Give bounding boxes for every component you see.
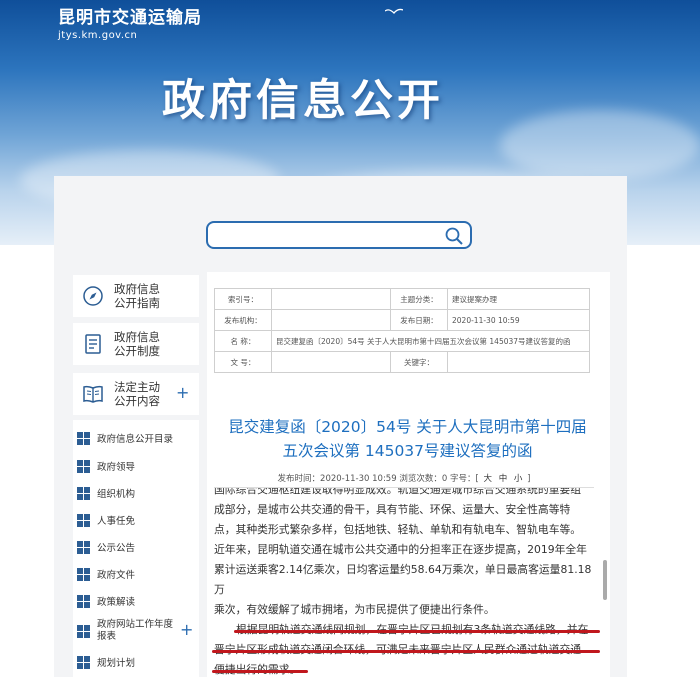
site-domain: jtys.km.gov.cn [58, 30, 138, 41]
font-size-medium[interactable]: 中 [499, 474, 508, 484]
grid-icon [77, 513, 90, 527]
search-icon[interactable] [444, 226, 464, 246]
grid-icon [77, 655, 90, 669]
sidebar-item-guide[interactable]: 政府信息 公开指南 [73, 275, 199, 317]
expand-plus-icon[interactable]: + [176, 383, 189, 402]
search-box[interactable] [206, 221, 472, 249]
sidebar-label-legal: 法定主动 公开内容 [114, 380, 160, 408]
grid-icon [77, 540, 90, 554]
highlight-underline [234, 630, 600, 633]
grid-icon [77, 431, 90, 445]
submenu-item[interactable]: 政府网站工作年度 报表 [77, 618, 173, 644]
grid-icon [77, 486, 90, 500]
site-name: 昆明市交通运输局 [58, 8, 202, 28]
article-info: 发布时间：2020-11-30 10:59 浏览次数：0 字号：[ 大 中 小 … [277, 474, 531, 484]
book-icon [83, 385, 103, 403]
article-title: 昆交建复函〔2020〕54号 关于人大昆明市第十四届五次会议第 145037号建… [228, 418, 587, 460]
grid-icon [77, 459, 90, 473]
page-hero-title: 政府信息公开 [162, 76, 444, 126]
grid-icon [77, 624, 90, 638]
submenu-item[interactable]: 公示公告 [77, 537, 135, 557]
sidebar-item-system[interactable]: 政府信息 公开制度 [73, 323, 199, 365]
highlight-underline [212, 650, 600, 653]
article-body: 国际综合交通枢纽建设取得明显成效。轨道交通是城市综合交通系统的重要组 成部分，是… [214, 488, 592, 676]
font-size-small[interactable]: 小 [514, 474, 523, 484]
compass-icon [83, 286, 103, 306]
submenu-item[interactable]: 政府领导 [77, 456, 135, 476]
site-logo[interactable]: 昆明市交通运输局 jtys.km.gov.cn [58, 3, 202, 41]
grid-icon [77, 594, 90, 608]
bird-icon [385, 8, 403, 14]
submenu-item[interactable]: 人事任免 [77, 510, 135, 530]
sidebar-label-guide: 政府信息 公开指南 [114, 282, 160, 310]
submenu-item[interactable]: 政策解读 [77, 591, 135, 611]
submenu-item[interactable]: 政府文件 [77, 564, 135, 584]
scrollbar[interactable] [603, 560, 607, 600]
sidebar-label-system: 政府信息 公开制度 [114, 330, 160, 358]
submenu-item[interactable]: 政府信息公开目录 [77, 428, 173, 448]
document-icon [85, 334, 101, 354]
expand-plus-icon[interactable]: + [180, 620, 193, 639]
font-size-large[interactable]: 大 [483, 474, 492, 484]
submenu: 政府信息公开目录 政府领导 组织机构 人事任免 公示公告 政府文件 政策解读 政… [73, 420, 199, 677]
meta-table: 索引号： 主题分类： 建议提案办理 发布机构： 发布日期： 2020-11-30… [214, 288, 590, 373]
submenu-item[interactable]: 规划计划 [77, 652, 135, 672]
highlight-underline [212, 670, 308, 673]
sidebar-item-legal[interactable]: 法定主动 公开内容 + [73, 373, 199, 415]
submenu-item[interactable]: 组织机构 [77, 483, 135, 503]
grid-icon [77, 567, 90, 581]
